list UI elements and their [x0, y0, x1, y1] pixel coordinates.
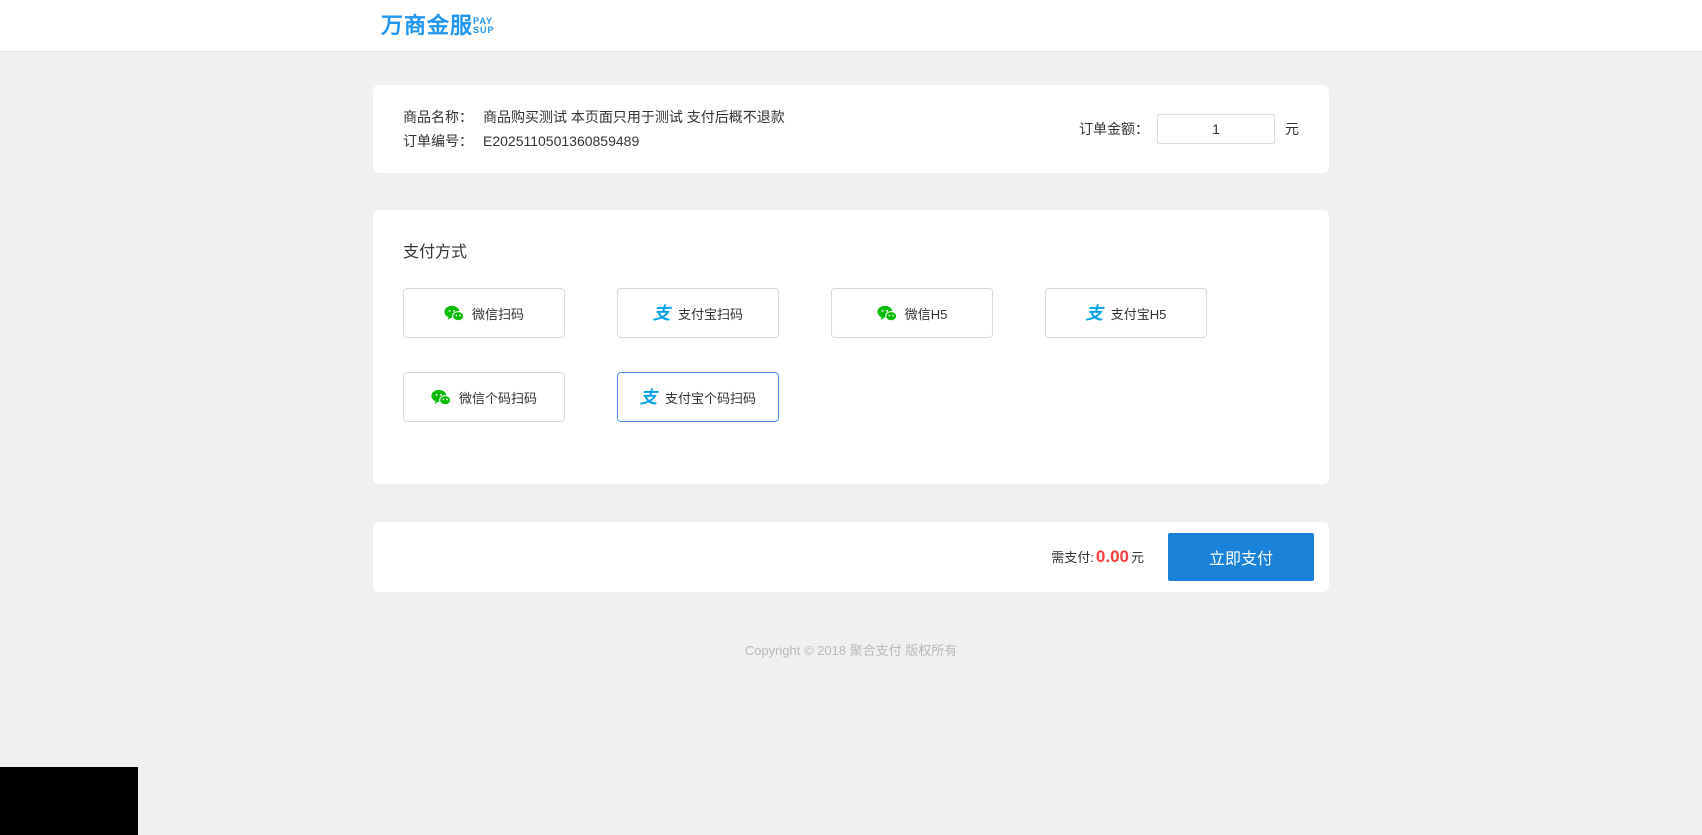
payment-method-label: 支付宝个码扫码 — [664, 390, 756, 406]
brand-logo: 万商金服 PAY SUP — [373, 12, 495, 38]
payment-method-alipay-qr[interactable]: 支 支付宝扫码 — [617, 288, 779, 338]
main-content: 商品名称： 商品购买测试 本页面只用于测试 支付后概不退款 订单编号： E202… — [373, 85, 1329, 659]
pay-now-button[interactable]: 立即支付 — [1168, 533, 1314, 581]
wechat-pay-icon — [877, 305, 897, 322]
payment-methods-title: 支付方式 — [403, 244, 468, 261]
amount-due: 需支付: 0.00 元 — [1051, 547, 1144, 567]
alipay-icon: 支 — [1085, 303, 1103, 323]
product-name-label: 商品名称： — [403, 109, 473, 125]
copyright-text: Copyright © 2018 聚合支付 版权所有 — [744, 643, 958, 658]
wechat-pay-icon — [444, 305, 464, 322]
payment-methods-grid: 微信扫码 支 支付宝扫码 微信H5 支 支付宝H5 微信个码扫码 支 支付宝个码… — [403, 288, 1299, 422]
order-amount-unit: 元 — [1285, 121, 1299, 137]
order-amount-input[interactable] — [1157, 114, 1275, 144]
payment-method-wechat-qr[interactable]: 微信扫码 — [403, 288, 565, 338]
amount-due-label: 需支付: — [1051, 550, 1094, 565]
copyright-footer: Copyright © 2018 聚合支付 版权所有 — [373, 640, 1329, 659]
order-number-row: 订单编号： E2025110501360859489 — [403, 129, 785, 153]
brand-name: 万商金服 — [381, 12, 474, 38]
order-info-card: 商品名称： 商品购买测试 本页面只用于测试 支付后概不退款 订单编号： E202… — [373, 85, 1329, 173]
product-name-row: 商品名称： 商品购买测试 本页面只用于测试 支付后概不退款 — [403, 105, 785, 129]
amount-due-value: 0.00 — [1095, 547, 1129, 566]
product-name-value: 商品购买测试 本页面只用于测试 支付后概不退款 — [483, 109, 785, 125]
amount-due-unit: 元 — [1130, 550, 1144, 565]
order-number-label: 订单编号： — [403, 133, 473, 149]
wechat-pay-icon — [431, 389, 451, 406]
payment-method-alipay-personal-qr[interactable]: 支 支付宝个码扫码 — [617, 372, 779, 422]
order-details: 商品名称： 商品购买测试 本页面只用于测试 支付后概不退款 订单编号： E202… — [403, 105, 785, 153]
payment-method-wechat-h5[interactable]: 微信H5 — [831, 288, 993, 338]
alipay-icon: 支 — [652, 303, 670, 323]
alipay-icon: 支 — [639, 387, 657, 407]
payment-method-label: 微信个码扫码 — [458, 390, 537, 406]
order-number-value: E2025110501360859489 — [483, 133, 640, 149]
payment-method-label: 微信扫码 — [471, 306, 524, 322]
order-amount-area: 订单金额： 元 — [1079, 114, 1299, 144]
payment-method-label: 支付宝H5 — [1110, 306, 1167, 322]
checkout-bar: 需支付: 0.00 元 立即支付 — [373, 522, 1329, 592]
brand-tagline: PAY SUP — [473, 15, 495, 35]
order-amount-label: 订单金额： — [1079, 121, 1149, 137]
payment-method-label: 支付宝扫码 — [677, 306, 743, 322]
site-header: 万商金服 PAY SUP — [0, 0, 1702, 52]
payment-method-alipay-h5[interactable]: 支 支付宝H5 — [1045, 288, 1207, 338]
black-corner-overlay — [0, 767, 138, 835]
payment-method-wechat-personal-qr[interactable]: 微信个码扫码 — [403, 372, 565, 422]
payment-methods-card: 支付方式 微信扫码 支 支付宝扫码 微信H5 支 支付宝H5 微信个码扫码 支 … — [373, 210, 1329, 484]
payment-method-label: 微信H5 — [904, 306, 948, 322]
payment-page: 万商金服 PAY SUP 商品名称： 商品购买测试 本页面只用于测试 支付后概不… — [0, 0, 1702, 835]
